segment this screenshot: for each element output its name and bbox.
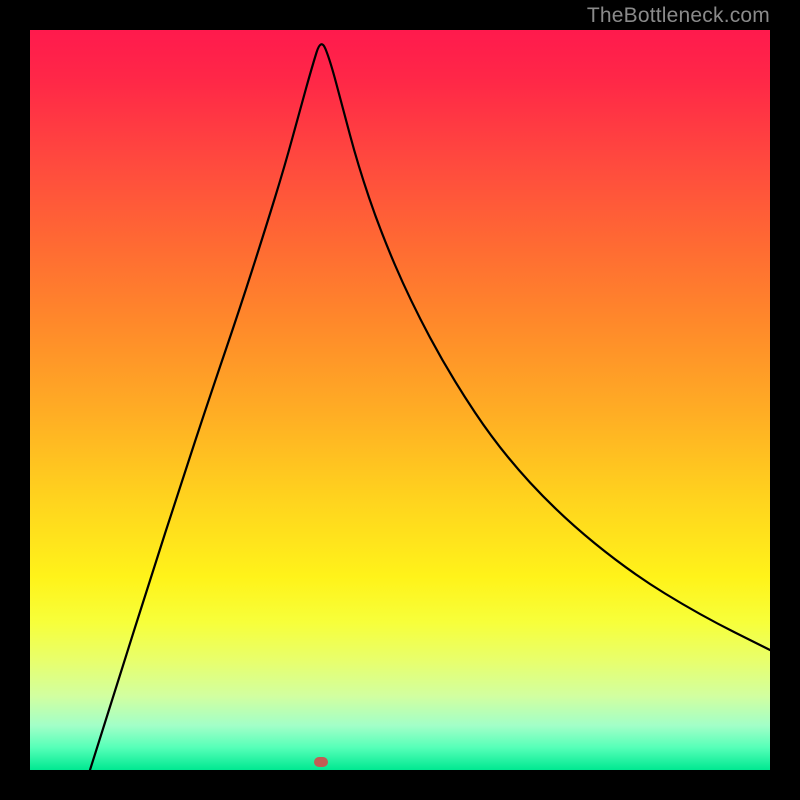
optimal-point-marker: [314, 757, 328, 767]
plot-area: [30, 30, 770, 770]
watermark-text: TheBottleneck.com: [587, 4, 770, 28]
bottleneck-curve: [30, 30, 770, 770]
chart-frame: TheBottleneck.com: [0, 0, 800, 800]
